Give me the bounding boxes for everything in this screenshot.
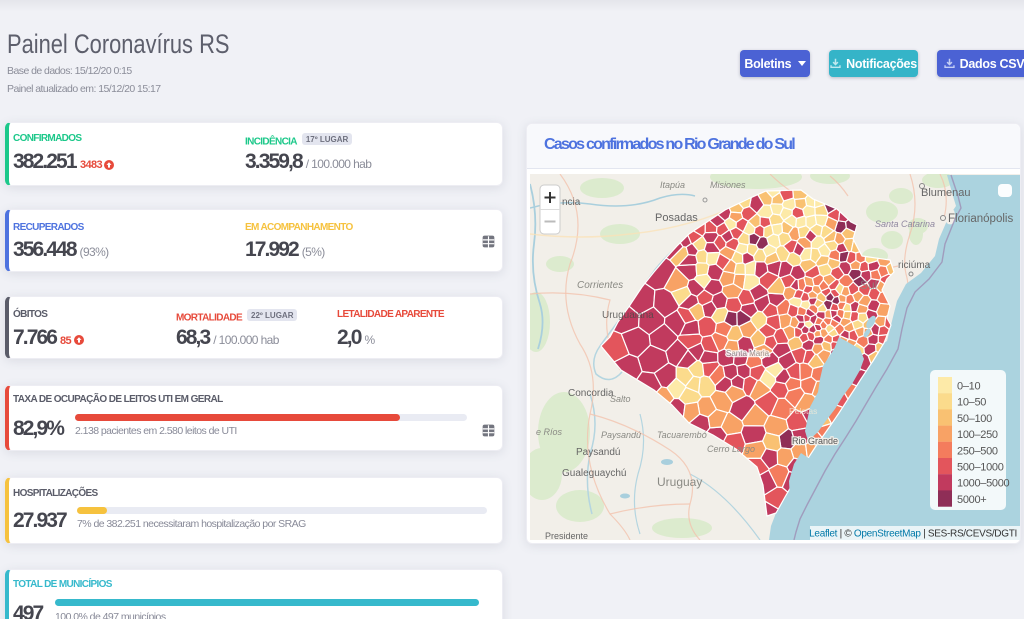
svg-text:Florianópolis: Florianópolis [948,213,1013,225]
svg-text:Posadas: Posadas [655,212,698,224]
svg-text:Salto: Salto [610,394,631,404]
svg-text:Tacuarembó: Tacuarembó [657,430,707,440]
svg-text:Itapúa: Itapúa [660,180,685,190]
svg-text:10–50: 10–50 [957,397,986,409]
svg-text:Santa Maria: Santa Maria [726,349,770,358]
svg-text:100–250: 100–250 [957,429,998,441]
svg-text:Pelotas: Pelotas [789,406,817,416]
svg-text:250–500: 250–500 [957,445,998,457]
svg-text:Uruguaiana: Uruguaiana [602,310,654,321]
svg-text:50–100: 50–100 [957,413,992,425]
svg-text:Blumenau: Blumenau [921,187,971,199]
svg-text:e Ríos: e Ríos [536,427,563,437]
svg-text:Corrientes: Corrientes [577,280,623,291]
svg-text:5000+: 5000+ [957,494,986,506]
svg-text:Gualeguaychú: Gualeguaychú [562,468,627,479]
svg-text:Uruguay: Uruguay [657,475,702,489]
svg-text:Paysandú: Paysandú [576,447,620,458]
svg-text:Rio Grande: Rio Grande [792,436,838,446]
svg-text:Sul: Sul [860,278,877,292]
svg-text:riciúma: riciúma [898,260,931,271]
svg-text:Leaflet | © OpenStreetMap | SE: Leaflet | © OpenStreetMap | SES-RS/CEVS/… [809,529,1017,540]
svg-text:Paysandú: Paysandú [601,430,641,440]
svg-text:1000–5000: 1000–5000 [957,478,1010,490]
svg-text:ncia: ncia [562,197,581,208]
svg-text:Cerro Largo: Cerro Largo [707,444,755,454]
svg-text:Santa Catarina: Santa Catarina [875,219,935,229]
svg-text:0–10: 0–10 [957,381,980,393]
svg-text:Concordia: Concordia [568,388,614,399]
svg-text:Misiones: Misiones [710,180,746,190]
svg-text:500–1000: 500–1000 [957,462,1004,474]
svg-text:Presidente: Presidente [545,531,588,540]
